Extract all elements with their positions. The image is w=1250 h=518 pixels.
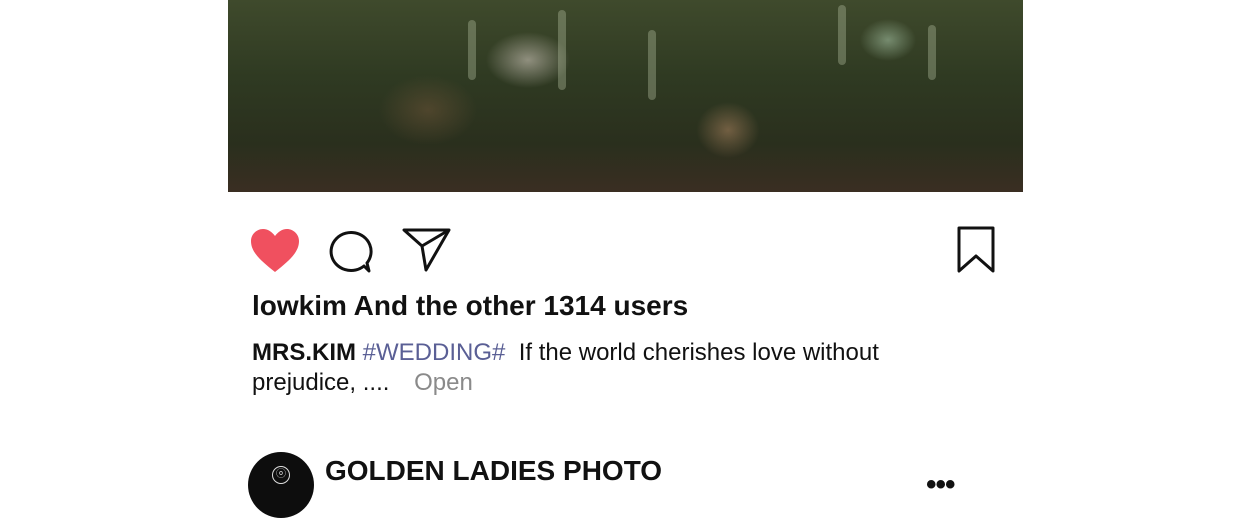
caption-username[interactable]: MRS.KIM xyxy=(252,339,356,366)
caption-hashtag[interactable]: #WEDDING# xyxy=(363,339,506,366)
more-options-button[interactable]: ••• xyxy=(926,470,955,500)
caption-open-link[interactable]: Open xyxy=(414,369,473,396)
post-image[interactable] xyxy=(228,0,1023,192)
save-button[interactable] xyxy=(956,226,996,274)
post-caption: MRS.KIM #WEDDING# If the world cherishes… xyxy=(252,338,952,398)
comment-icon xyxy=(329,230,373,273)
share-button[interactable] xyxy=(402,227,452,273)
paper-plane-icon xyxy=(402,228,451,272)
likes-summary[interactable]: lowkim And the other 1314 users xyxy=(252,290,688,322)
comment-button[interactable] xyxy=(328,228,374,274)
logo-icon: ⓞ xyxy=(272,466,290,484)
like-button[interactable] xyxy=(250,228,300,274)
avatar[interactable]: ⓞ xyxy=(248,452,314,518)
bookmark-icon xyxy=(957,226,995,273)
author-name[interactable]: GOLDEN LADIES PHOTO xyxy=(325,455,662,487)
heart-filled-icon xyxy=(251,229,299,272)
